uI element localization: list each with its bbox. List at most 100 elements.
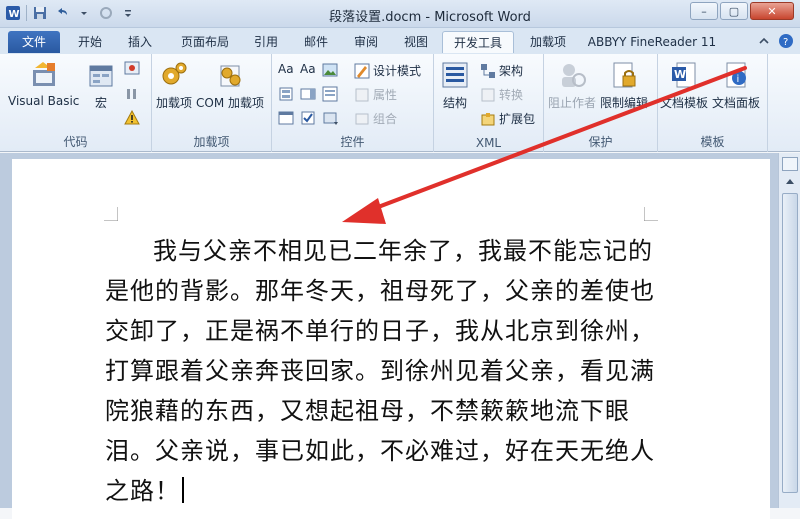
restrict-editing-button[interactable]: 限制编辑 xyxy=(600,60,648,111)
view-ruler-button[interactable] xyxy=(782,157,798,171)
tab-review[interactable]: 审阅 xyxy=(344,31,388,53)
undo-dropdown-icon[interactable] xyxy=(75,4,93,22)
tab-file[interactable]: 文件 xyxy=(8,31,60,53)
com-addins-label: COM 加载项 xyxy=(196,96,264,110)
group-controls-button[interactable]: 组合 xyxy=(354,110,397,127)
tab-developer[interactable]: 开发工具 xyxy=(442,31,514,53)
visual-basic-button[interactable]: Visual Basic xyxy=(8,60,79,108)
plain-text-label: Aa xyxy=(300,62,316,76)
help-icon[interactable]: ? xyxy=(778,33,794,52)
checkbox-control-button[interactable] xyxy=(300,110,316,126)
word-template-icon: W xyxy=(672,62,696,88)
structure-button[interactable]: 结构 xyxy=(440,60,470,111)
tab-page-layout[interactable]: 页面布局 xyxy=(170,31,240,53)
transform-icon xyxy=(481,88,495,101)
margin-corner-top-left xyxy=(104,207,118,221)
legacy-tools-button[interactable] xyxy=(322,110,338,126)
svg-text:W: W xyxy=(674,68,686,81)
schema-button[interactable]: 架构 xyxy=(480,62,523,79)
design-mode-button[interactable]: 设计模式 xyxy=(354,62,421,79)
document-template-label: 文档模板 xyxy=(660,96,709,110)
properties-button[interactable]: 属性 xyxy=(354,86,397,103)
pause-recording-button[interactable] xyxy=(124,86,140,102)
macro-icon xyxy=(89,65,113,87)
scrollbar-thumb[interactable] xyxy=(782,193,798,493)
group-xml: 结构 架构 转换 扩展包 XML xyxy=(434,54,544,152)
properties-label: 属性 xyxy=(373,88,398,102)
window-title: 段落设置.docm - Microsoft Word xyxy=(329,10,531,25)
ribbon-tabs: 文件 开始 插入 页面布局 引用 邮件 审阅 视图 开发工具 加载项 ABBYY… xyxy=(0,28,800,54)
building-block-control-button[interactable] xyxy=(278,86,294,102)
macro-security-button[interactable] xyxy=(124,110,140,126)
record-macro-icon xyxy=(124,61,140,75)
document-template-button[interactable]: W 文档模板 xyxy=(660,60,708,111)
customize-qat-icon[interactable] xyxy=(119,4,137,22)
group-addins-label: 加载项 xyxy=(193,135,230,149)
tab-addins[interactable]: 加载项 xyxy=(520,31,576,53)
expansion-pack-label: 扩展包 xyxy=(499,112,536,126)
word-app-icon[interactable]: W xyxy=(4,4,22,22)
svg-text:i: i xyxy=(737,74,740,85)
record-macro-button[interactable] xyxy=(124,60,140,76)
undo-icon[interactable] xyxy=(53,4,71,22)
document-page[interactable]: 我与父亲不相见已二年余了，我最不能忘记的是他的背影。那年冬天，祖母死了，父亲的差… xyxy=(12,159,770,519)
date-picker-control-button[interactable] xyxy=(278,110,294,126)
rich-text-control-button[interactable]: Aa xyxy=(278,62,294,76)
document-body[interactable]: 我与父亲不相见已二年余了，我最不能忘记的是他的背影。那年冬天，祖母死了，父亲的差… xyxy=(105,231,655,511)
block-authors-button[interactable]: 阻止作者 xyxy=(548,60,596,111)
text-line: 我与父亲不相见已二年余了，我最不能忘记 xyxy=(153,237,628,265)
structure-icon xyxy=(442,62,468,88)
com-addins-icon xyxy=(220,65,241,87)
ribbon-right-icons: ? xyxy=(758,33,794,52)
tab-abbyy[interactable]: ABBYY FineReader 11 xyxy=(584,31,720,53)
minimize-button[interactable]: – xyxy=(690,2,718,20)
vertical-scrollbar[interactable] xyxy=(778,153,800,508)
visual-basic-label: Visual Basic xyxy=(8,94,80,108)
tab-home[interactable]: 开始 xyxy=(68,31,112,53)
addins-button[interactable]: 加载项 xyxy=(156,60,192,111)
expansion-pack-button[interactable]: 扩展包 xyxy=(480,110,535,127)
addins-label: 加载项 xyxy=(156,96,193,110)
block-authors-icon xyxy=(562,64,586,87)
ribbon-collapse-icon[interactable] xyxy=(758,35,770,50)
close-button[interactable]: ✕ xyxy=(750,2,794,20)
dropdown-list-control-button[interactable] xyxy=(322,86,338,102)
calendar-icon xyxy=(278,111,294,125)
group-xml-label: XML xyxy=(475,136,502,150)
restrict-editing-label: 限制编辑 xyxy=(600,96,649,110)
svg-text:W: W xyxy=(9,9,20,20)
com-addins-button[interactable]: COM 加载项 xyxy=(196,60,264,111)
document-area: 我与父亲不相见已二年余了，我最不能忘记的是他的背影。那年冬天，祖母死了，父亲的差… xyxy=(0,153,778,519)
tab-insert[interactable]: 插入 xyxy=(118,31,162,53)
tab-references[interactable]: 引用 xyxy=(244,31,288,53)
save-icon[interactable] xyxy=(31,4,49,22)
design-mode-icon xyxy=(354,63,370,78)
combo-box-control-button[interactable] xyxy=(300,86,316,102)
group-icon xyxy=(355,113,369,124)
qat-separator xyxy=(26,5,27,21)
margin-corner-top-right xyxy=(644,207,658,221)
paragraph[interactable]: 我与父亲不相见已二年余了，我最不能忘记的是他的背影。那年冬天，祖母死了，父亲的差… xyxy=(105,231,655,511)
picture-control-button[interactable] xyxy=(322,62,338,78)
pause-icon xyxy=(127,89,136,99)
transform-button[interactable]: 转换 xyxy=(480,86,523,103)
document-panel-button[interactable]: i 文档面板 xyxy=(712,60,760,111)
tab-view[interactable]: 视图 xyxy=(394,31,438,53)
window-controls: – ▢ ✕ xyxy=(690,2,794,20)
rich-text-label: Aa xyxy=(278,62,294,76)
document-panel-icon: i xyxy=(726,62,746,88)
tab-mailings[interactable]: 邮件 xyxy=(294,31,338,53)
text-caret xyxy=(182,477,184,503)
plain-text-control-button[interactable]: Aa xyxy=(300,62,316,76)
ribbon: Visual Basic 宏 代码 加载项 COM 加载项 加载项 Aa Aa xyxy=(0,54,800,152)
maximize-button[interactable]: ▢ xyxy=(720,2,748,20)
group-templates-label: 模板 xyxy=(700,135,725,149)
macro-label: 宏 xyxy=(94,96,107,110)
redo-icon[interactable] xyxy=(97,4,115,22)
design-mode-label: 设计模式 xyxy=(373,64,422,78)
group-code-label: 代码 xyxy=(63,135,88,149)
transform-label: 转换 xyxy=(499,88,524,102)
scroll-up-arrow[interactable] xyxy=(782,173,798,189)
checkbox-icon xyxy=(301,111,315,125)
macro-button[interactable]: 宏 xyxy=(86,60,116,111)
